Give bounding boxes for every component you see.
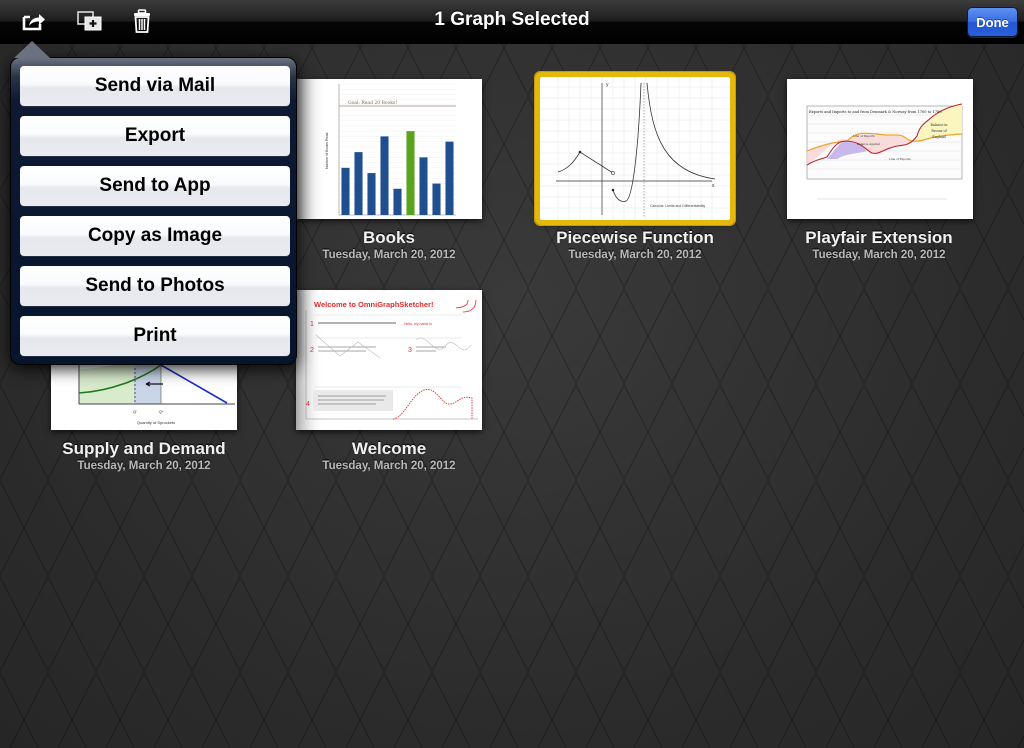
books-bar <box>432 183 441 215</box>
share-menu-popover: Send via Mail Export Send to App Copy as… <box>10 57 297 365</box>
page-title: 1 Graph Selected <box>434 9 590 30</box>
step-3: 3 <box>408 347 412 354</box>
books-bar <box>354 152 363 215</box>
label-exports: Line of Exports <box>889 157 911 161</box>
books-bar <box>341 167 350 215</box>
doc-date-books: Tuesday, March 20, 2012 <box>322 249 456 261</box>
thumbnail-piecewise-function[interactable]: y x Calculus: Limits and Differentiabili… <box>535 72 735 225</box>
doc-title-piecewise-function: Piecewise Function <box>556 228 714 247</box>
step-2: 2 <box>310 347 314 354</box>
doc-title-supply-and-demand: Supply and Demand <box>62 439 226 458</box>
books-bar <box>445 141 454 215</box>
books-preview: Goal: Read 20 Books! Number of Books Rea… <box>296 79 482 219</box>
print-button[interactable]: Print <box>20 316 290 356</box>
export-button[interactable]: Export <box>20 116 290 156</box>
doc-date-welcome: Tuesday, March 20, 2012 <box>322 460 456 472</box>
goal-label: Goal: Read 20 Books! <box>348 100 397 106</box>
books-bar <box>367 173 376 215</box>
step-4: 4 <box>306 401 310 408</box>
doc-date-supply-and-demand: Tuesday, March 20, 2012 <box>77 460 211 472</box>
x-axis-label: Quantity of Sprockets <box>137 420 175 425</box>
label-balance-favour: Balance in <box>931 123 948 127</box>
label-balance-favour-2: Favour of <box>931 129 947 133</box>
piecewise-preview: y x Calculus: Limits and Differentiabili… <box>540 77 730 220</box>
doc-title-welcome: Welcome <box>351 439 427 458</box>
label-balance-favour-3: England <box>932 135 945 139</box>
books-bar <box>393 188 402 215</box>
popover-arrow <box>14 41 50 58</box>
done-button[interactable]: Done <box>967 7 1018 37</box>
caption: Calculus: Limits and Differentiability <box>650 204 705 208</box>
hello-text: Hello, my name is <box>404 322 432 326</box>
doc-date-piecewise-function: Tuesday, March 20, 2012 <box>568 249 702 261</box>
chart-title: Exports and Imports to and from Denmark … <box>809 110 942 114</box>
label-imports: Line of Imports <box>853 134 875 138</box>
send-via-mail-button[interactable]: Send via Mail <box>20 66 290 106</box>
step-1: 1 <box>310 321 314 328</box>
books-bar <box>419 157 428 215</box>
tick-q-star: Q* <box>159 409 164 414</box>
doc-date-playfair-extension: Tuesday, March 20, 2012 <box>812 249 946 261</box>
label-balance-against: Balance Against <box>857 142 881 146</box>
books-bar <box>380 136 389 215</box>
y-axis-label: Number of Books Read <box>325 133 329 169</box>
send-to-app-button[interactable]: Send to App <box>20 166 290 206</box>
doc-title-playfair-extension: Playfair Extension <box>805 228 953 247</box>
welcome-heading: Welcome to OmniGraphSketcher! <box>314 300 433 309</box>
thumbnail-books[interactable]: Goal: Read 20 Books! Number of Books Rea… <box>296 79 482 219</box>
copy-as-image-button[interactable]: Copy as Image <box>20 216 290 256</box>
send-to-photos-button[interactable]: Send to Photos <box>20 266 290 306</box>
playfair-preview: Exports and Imports to and from Denmark … <box>787 79 973 219</box>
doc-title-books: Books <box>363 228 415 247</box>
books-bar <box>406 131 415 215</box>
welcome-preview: Welcome to OmniGraphSketcher! 1 Hello, m… <box>296 290 482 430</box>
toolbar: 1 Graph Selected Done <box>0 0 1024 44</box>
thumbnail-welcome[interactable]: Welcome to OmniGraphSketcher! 1 Hello, m… <box>296 290 482 430</box>
thumbnail-playfair-extension[interactable]: Exports and Imports to and from Denmark … <box>787 79 973 219</box>
tick-q-prime: Q' <box>133 409 137 414</box>
